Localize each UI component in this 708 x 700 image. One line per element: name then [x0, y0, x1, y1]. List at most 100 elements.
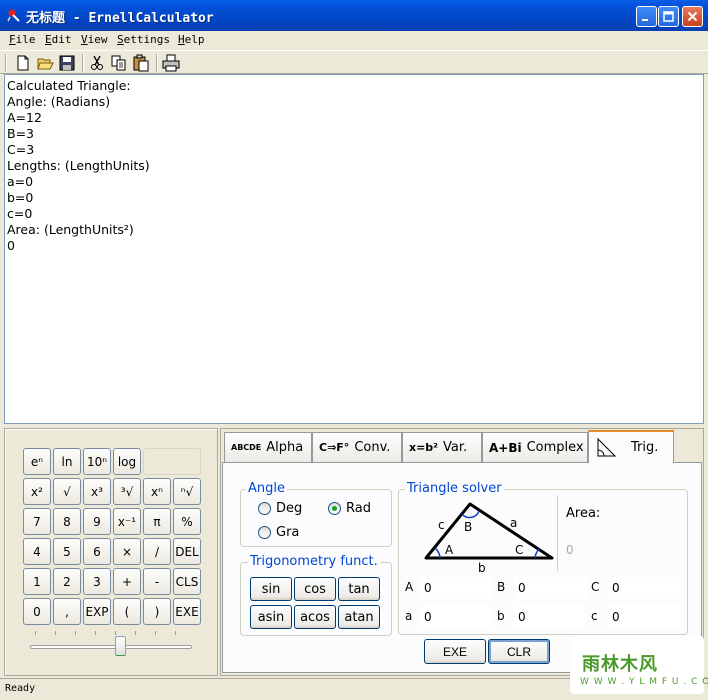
cut-icon[interactable]	[88, 54, 106, 72]
output-line: Calculated Triangle:	[7, 78, 131, 93]
maximize-button[interactable]	[658, 6, 679, 27]
angle-c-input[interactable]	[608, 577, 680, 599]
output-line: 0	[7, 238, 15, 253]
key-minus[interactable]: -	[143, 568, 171, 595]
close-button[interactable]	[682, 6, 703, 27]
tab-alpha[interactable]: ABCDE Alpha	[224, 432, 312, 462]
key-1[interactable]: 1	[23, 568, 51, 595]
angle-b-input[interactable]	[514, 577, 586, 599]
key-clear-screen[interactable]: CLS	[173, 568, 201, 595]
output-line: A=12	[7, 110, 42, 125]
menu-bar: File Edit View Settings Help	[0, 31, 708, 50]
key-sqrt[interactable]: √	[53, 478, 81, 505]
new-file-icon[interactable]	[14, 54, 32, 72]
key-execute[interactable]: EXE	[173, 598, 201, 625]
slider-track[interactable]	[30, 645, 192, 649]
cos-button[interactable]: cos	[294, 577, 336, 601]
key-log[interactable]: log	[113, 448, 141, 475]
side-c-input[interactable]	[608, 606, 680, 628]
key-6[interactable]: 6	[83, 538, 111, 565]
key-comma[interactable]: ,	[53, 598, 81, 625]
key-9[interactable]: 9	[83, 508, 111, 535]
menu-file[interactable]: File	[9, 33, 36, 46]
key-multiply[interactable]: ×	[113, 538, 141, 565]
status-text: Ready	[5, 683, 36, 694]
key-divide[interactable]: /	[143, 538, 171, 565]
key-close-paren[interactable]: )	[143, 598, 171, 625]
asin-button[interactable]: asin	[250, 605, 292, 629]
key-exp-n[interactable]: eⁿ	[23, 448, 51, 475]
key-2[interactable]: 2	[53, 568, 81, 595]
key-5[interactable]: 5	[53, 538, 81, 565]
open-folder-icon[interactable]	[36, 54, 54, 72]
tab-trig[interactable]: Trig.	[588, 430, 674, 463]
tab-conv[interactable]: C⇒F° Conv.	[312, 432, 402, 462]
field-label-angle-c: C	[591, 580, 600, 594]
key-power-n[interactable]: xⁿ	[143, 478, 171, 505]
tab-label: Alpha	[266, 440, 304, 455]
menu-settings[interactable]: Settings	[117, 33, 170, 46]
key-pi[interactable]: π	[143, 508, 171, 535]
key-open-paren[interactable]: (	[113, 598, 141, 625]
key-blank[interactable]	[143, 448, 201, 475]
menu-edit[interactable]: Edit	[45, 33, 72, 46]
radio-deg[interactable]: Deg	[258, 501, 302, 516]
key-cube[interactable]: x³	[83, 478, 111, 505]
tab-label: Trig.	[631, 440, 659, 455]
atan-button[interactable]: atan	[338, 605, 380, 629]
app-logo-icon	[7, 9, 20, 22]
key-square[interactable]: x²	[23, 478, 51, 505]
key-7[interactable]: 7	[23, 508, 51, 535]
title-bar[interactable]: 无标题 - ErnellCalculator	[0, 0, 708, 31]
paste-icon[interactable]	[132, 54, 150, 72]
radio-rad[interactable]: Rad	[328, 501, 371, 516]
minimize-button[interactable]	[636, 6, 657, 27]
save-icon[interactable]	[58, 54, 76, 72]
acos-button[interactable]: acos	[294, 605, 336, 629]
output-line: Lengths: (LengthUnits)	[7, 158, 150, 173]
side-b-label: b	[478, 561, 486, 575]
key-3[interactable]: 3	[83, 568, 111, 595]
key-exp[interactable]: EXP	[83, 598, 111, 625]
key-ten-pow-n[interactable]: 10ⁿ	[83, 448, 111, 475]
clr-button[interactable]: CLR	[488, 639, 550, 664]
menu-view[interactable]: View	[81, 33, 108, 46]
sin-button[interactable]: sin	[250, 577, 292, 601]
side-c-label: c	[438, 518, 445, 532]
angle-group-title: Angle	[246, 481, 287, 496]
tab-label: Conv.	[354, 440, 391, 455]
angle-a-input[interactable]	[420, 577, 492, 599]
watermark-logo: 雨林木风 W W W . Y L M F U . C O M	[570, 636, 708, 694]
tab-label: Var.	[443, 440, 468, 455]
result-output[interactable]: Calculated Triangle: Angle: (Radians) A=…	[4, 74, 704, 424]
output-line: B=3	[7, 126, 35, 141]
key-8[interactable]: 8	[53, 508, 81, 535]
slider-tick	[55, 631, 56, 635]
key-plus[interactable]: +	[113, 568, 141, 595]
key-cube-root[interactable]: ³√	[113, 478, 141, 505]
radio-gra[interactable]: Gra	[258, 525, 299, 540]
slider-tick	[95, 631, 96, 635]
print-icon[interactable]	[162, 54, 180, 72]
key-delete[interactable]: DEL	[173, 538, 201, 565]
key-0[interactable]: 0	[23, 598, 51, 625]
slider-thumb[interactable]	[115, 636, 126, 656]
tab-complex[interactable]: A+Bi Complex	[482, 432, 588, 462]
key-4[interactable]: 4	[23, 538, 51, 565]
tab-var[interactable]: x=b² Var.	[402, 432, 482, 462]
key-ln[interactable]: ln	[53, 448, 81, 475]
key-nth-root[interactable]: ⁿ√	[173, 478, 201, 505]
toolbar-grip	[5, 54, 7, 72]
key-percent[interactable]: %	[173, 508, 201, 535]
key-inverse[interactable]: x⁻¹	[113, 508, 141, 535]
side-b-input[interactable]	[514, 606, 586, 628]
triangle-ruler-icon	[597, 437, 617, 456]
slider-tick	[75, 631, 76, 635]
slider-tick	[175, 631, 176, 635]
copy-icon[interactable]	[110, 54, 128, 72]
radio-circle	[258, 526, 271, 539]
menu-help[interactable]: Help	[178, 33, 205, 46]
tan-button[interactable]: tan	[338, 577, 380, 601]
exe-button[interactable]: EXE	[424, 639, 486, 664]
side-a-input[interactable]	[420, 606, 492, 628]
